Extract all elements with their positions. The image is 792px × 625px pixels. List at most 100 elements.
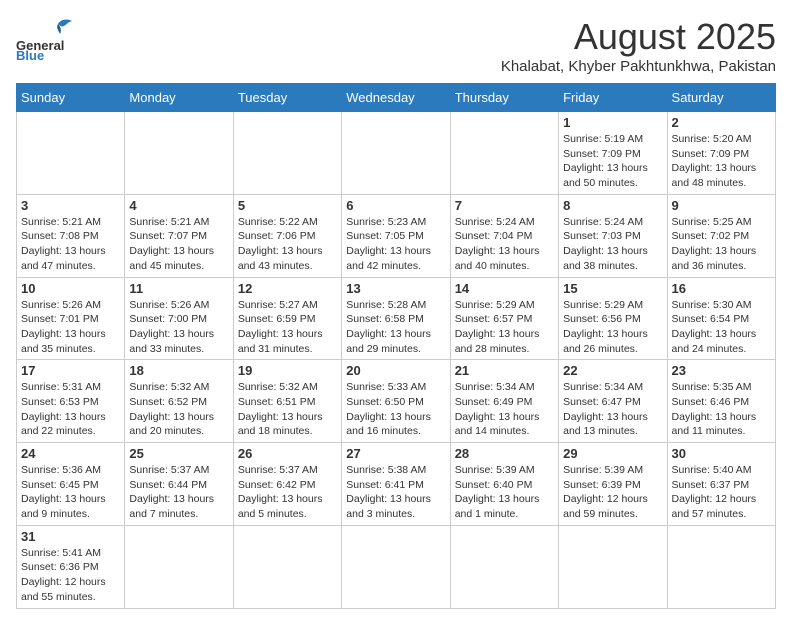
day-info: Sunrise: 5:26 AM Sunset: 7:01 PM Dayligh… — [21, 298, 120, 357]
location-subtitle: Khalabat, Khyber Pakhtunkhwa, Pakistan — [501, 58, 776, 75]
day-info: Sunrise: 5:25 AM Sunset: 7:02 PM Dayligh… — [672, 215, 771, 274]
day-header-thursday: Thursday — [450, 84, 558, 112]
calendar-cell: 18Sunrise: 5:32 AM Sunset: 6:52 PM Dayli… — [125, 360, 233, 443]
day-info: Sunrise: 5:19 AM Sunset: 7:09 PM Dayligh… — [563, 132, 662, 191]
day-number: 28 — [455, 446, 554, 461]
day-number: 6 — [346, 198, 445, 213]
day-info: Sunrise: 5:27 AM Sunset: 6:59 PM Dayligh… — [238, 298, 337, 357]
day-info: Sunrise: 5:41 AM Sunset: 6:36 PM Dayligh… — [21, 546, 120, 605]
calendar-cell: 2 Sunrise: 5:20 AM Sunset: 7:09 PM Daylig… — [667, 112, 775, 195]
calendar-cell — [450, 112, 558, 195]
calendar-table: SundayMondayTuesdayWednesdayThursdayFrid… — [16, 83, 776, 609]
day-info: Sunrise: 5:36 AM Sunset: 6:45 PM Dayligh… — [21, 463, 120, 522]
day-info: Sunrise: 5:21 AM Sunset: 7:07 PM Dayligh… — [129, 215, 228, 274]
day-info: Sunrise: 5:37 AM Sunset: 6:42 PM Dayligh… — [238, 463, 337, 522]
day-info: Sunrise: 5:37 AM Sunset: 6:44 PM Dayligh… — [129, 463, 228, 522]
day-info: Sunrise: 5:29 AM Sunset: 6:56 PM Dayligh… — [563, 298, 662, 357]
calendar-cell — [342, 112, 450, 195]
day-info: Sunrise: 5:29 AM Sunset: 6:57 PM Dayligh… — [455, 298, 554, 357]
day-number: 19 — [238, 363, 337, 378]
calendar-cell: 31 Sunrise: 5:41 AM Sunset: 6:36 PM Dayli… — [17, 525, 125, 608]
day-number: 20 — [346, 363, 445, 378]
day-info: Sunrise: 5:24 AM Sunset: 7:04 PM Dayligh… — [455, 215, 554, 274]
calendar-cell: 26 Sunrise: 5:37 AM Sunset: 6:42 PM Dayli… — [233, 443, 341, 526]
calendar-cell: 8 Sunrise: 5:24 AM Sunset: 7:03 PM Daylig… — [559, 194, 667, 277]
calendar-cell: 30Sunrise: 5:40 AM Sunset: 6:37 PM Dayli… — [667, 443, 775, 526]
day-number: 4 — [129, 198, 228, 213]
week-row-3: 10 Sunrise: 5:26 AM Sunset: 7:01 PM Dayli… — [17, 277, 776, 360]
calendar-cell: 22Sunrise: 5:34 AM Sunset: 6:47 PM Dayli… — [559, 360, 667, 443]
week-row-1: 1Sunrise: 5:19 AM Sunset: 7:09 PM Daylig… — [17, 112, 776, 195]
calendar-cell: 12Sunrise: 5:27 AM Sunset: 6:59 PM Dayli… — [233, 277, 341, 360]
calendar-cell: 29Sunrise: 5:39 AM Sunset: 6:39 PM Dayli… — [559, 443, 667, 526]
day-number: 7 — [455, 198, 554, 213]
calendar-cell — [342, 525, 450, 608]
day-number: 25 — [129, 446, 228, 461]
week-row-6: 31 Sunrise: 5:41 AM Sunset: 6:36 PM Dayli… — [17, 525, 776, 608]
day-info: Sunrise: 5:22 AM Sunset: 7:06 PM Dayligh… — [238, 215, 337, 274]
calendar-cell: 5 Sunrise: 5:22 AM Sunset: 7:06 PM Daylig… — [233, 194, 341, 277]
calendar-cell — [125, 525, 233, 608]
day-info: Sunrise: 5:24 AM Sunset: 7:03 PM Dayligh… — [563, 215, 662, 274]
day-number: 18 — [129, 363, 228, 378]
calendar-cell: 13Sunrise: 5:28 AM Sunset: 6:58 PM Dayli… — [342, 277, 450, 360]
day-number: 21 — [455, 363, 554, 378]
day-number: 16 — [672, 281, 771, 296]
calendar-cell — [17, 112, 125, 195]
week-row-2: 3 Sunrise: 5:21 AM Sunset: 7:08 PM Daylig… — [17, 194, 776, 277]
day-info: Sunrise: 5:21 AM Sunset: 7:08 PM Dayligh… — [21, 215, 120, 274]
calendar-cell: 7 Sunrise: 5:24 AM Sunset: 7:04 PM Daylig… — [450, 194, 558, 277]
calendar-cell: 24 Sunrise: 5:36 AM Sunset: 6:45 PM Dayli… — [17, 443, 125, 526]
day-number: 23 — [672, 363, 771, 378]
day-number: 24 — [21, 446, 120, 461]
day-number: 14 — [455, 281, 554, 296]
day-header-tuesday: Tuesday — [233, 84, 341, 112]
day-info: Sunrise: 5:39 AM Sunset: 6:40 PM Dayligh… — [455, 463, 554, 522]
day-number: 5 — [238, 198, 337, 213]
day-header-wednesday: Wednesday — [342, 84, 450, 112]
day-info: Sunrise: 5:31 AM Sunset: 6:53 PM Dayligh… — [21, 380, 120, 439]
calendar-cell: 20Sunrise: 5:33 AM Sunset: 6:50 PM Dayli… — [342, 360, 450, 443]
day-number: 9 — [672, 198, 771, 213]
day-number: 30 — [672, 446, 771, 461]
day-number: 11 — [129, 281, 228, 296]
day-number: 26 — [238, 446, 337, 461]
logo: General Blue — [16, 16, 96, 60]
day-info: Sunrise: 5:39 AM Sunset: 6:39 PM Dayligh… — [563, 463, 662, 522]
day-number: 2 — [672, 115, 771, 130]
day-number: 31 — [21, 529, 120, 544]
calendar-cell — [450, 525, 558, 608]
day-info: Sunrise: 5:32 AM Sunset: 6:51 PM Dayligh… — [238, 380, 337, 439]
calendar-cell: 11 Sunrise: 5:26 AM Sunset: 7:00 PM Dayli… — [125, 277, 233, 360]
calendar-cell: 9 Sunrise: 5:25 AM Sunset: 7:02 PM Daylig… — [667, 194, 775, 277]
week-row-5: 24 Sunrise: 5:36 AM Sunset: 6:45 PM Dayli… — [17, 443, 776, 526]
day-number: 8 — [563, 198, 662, 213]
calendar-cell — [233, 525, 341, 608]
calendar-cell: 23 Sunrise: 5:35 AM Sunset: 6:46 PM Dayli… — [667, 360, 775, 443]
day-header-friday: Friday — [559, 84, 667, 112]
day-number: 27 — [346, 446, 445, 461]
day-number: 3 — [21, 198, 120, 213]
day-number: 10 — [21, 281, 120, 296]
day-info: Sunrise: 5:30 AM Sunset: 6:54 PM Dayligh… — [672, 298, 771, 357]
calendar-cell: 6 Sunrise: 5:23 AM Sunset: 7:05 PM Daylig… — [342, 194, 450, 277]
calendar-cell: 19 Sunrise: 5:32 AM Sunset: 6:51 PM Dayli… — [233, 360, 341, 443]
calendar-cell — [667, 525, 775, 608]
day-info: Sunrise: 5:26 AM Sunset: 7:00 PM Dayligh… — [129, 298, 228, 357]
day-number: 13 — [346, 281, 445, 296]
calendar-cell — [233, 112, 341, 195]
calendar-cell: 17Sunrise: 5:31 AM Sunset: 6:53 PM Dayli… — [17, 360, 125, 443]
day-info: Sunrise: 5:20 AM Sunset: 7:09 PM Dayligh… — [672, 132, 771, 191]
day-header-sunday: Sunday — [17, 84, 125, 112]
day-info: Sunrise: 5:34 AM Sunset: 6:49 PM Dayligh… — [455, 380, 554, 439]
day-info: Sunrise: 5:34 AM Sunset: 6:47 PM Dayligh… — [563, 380, 662, 439]
logo-svg: General Blue — [16, 16, 96, 60]
calendar-cell: 3 Sunrise: 5:21 AM Sunset: 7:08 PM Daylig… — [17, 194, 125, 277]
page-header: General Blue August 2025 Khalabat, Khybe… — [16, 16, 776, 75]
title-block: August 2025 Khalabat, Khyber Pakhtunkhwa… — [501, 16, 776, 75]
calendar-cell: 10 Sunrise: 5:26 AM Sunset: 7:01 PM Dayli… — [17, 277, 125, 360]
day-info: Sunrise: 5:38 AM Sunset: 6:41 PM Dayligh… — [346, 463, 445, 522]
month-year-title: August 2025 — [501, 16, 776, 58]
day-info: Sunrise: 5:23 AM Sunset: 7:05 PM Dayligh… — [346, 215, 445, 274]
day-info: Sunrise: 5:35 AM Sunset: 6:46 PM Dayligh… — [672, 380, 771, 439]
